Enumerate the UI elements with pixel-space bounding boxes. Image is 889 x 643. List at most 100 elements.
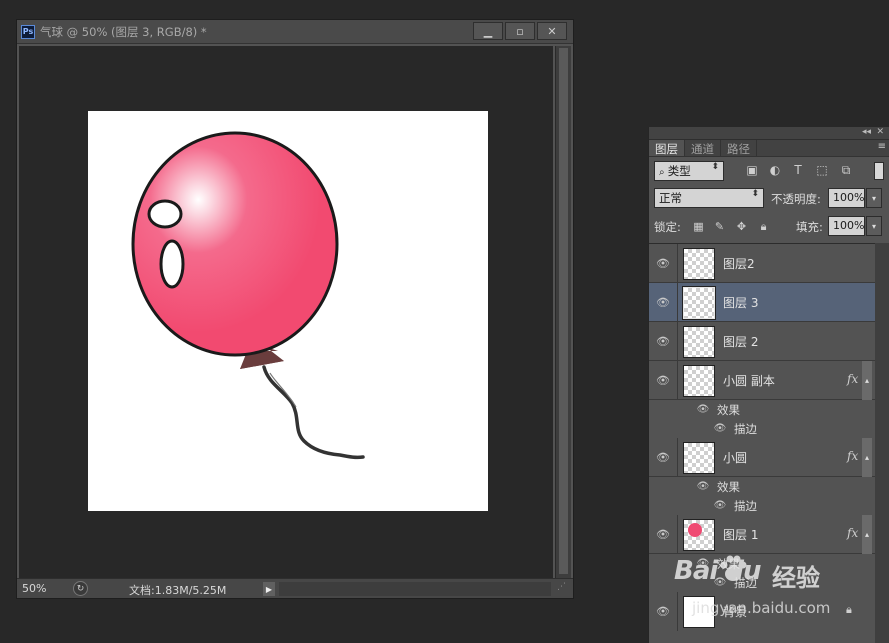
lock-position-icon[interactable]: ✥: [735, 220, 748, 233]
collapse-panel-icon[interactable]: ◂◂: [862, 127, 871, 137]
stroke-eye-icon[interactable]: 👁︎: [713, 421, 727, 435]
layer-row[interactable]: 👁︎ 小圆 副本 fx ▴: [649, 361, 875, 400]
filter-row: ⌕ 类型 ⬍ ▣ ◐ T ⬚ ⧉: [649, 157, 889, 185]
baidu-paw-icon: [720, 555, 747, 581]
blend-row: 正常 ⬍ 不透明度: 100% ▾: [649, 185, 889, 213]
highlight-small: [147, 199, 183, 229]
artboard[interactable]: [88, 111, 488, 511]
layer-row[interactable]: 👁︎ 小圆 fx ▴: [649, 438, 875, 477]
visibility-eye-icon[interactable]: 👁︎: [656, 295, 670, 309]
zoom-level[interactable]: 50%: [22, 582, 46, 595]
minimize-button[interactable]: ▁: [473, 22, 503, 40]
panel-tabs: 图层 通道 路径 ≡: [649, 140, 889, 157]
maximize-button[interactable]: ▫: [505, 22, 535, 40]
lock-label: 锁定:: [654, 220, 681, 234]
opacity-input[interactable]: 100%: [828, 188, 865, 208]
effects-label: 效果: [717, 403, 740, 417]
visibility-eye-icon[interactable]: 👁︎: [656, 527, 670, 541]
layer-name: 图层 1: [723, 528, 759, 542]
fx-icon[interactable]: fx: [847, 449, 858, 463]
filter-toggle[interactable]: [874, 162, 884, 180]
document-window: Ps 气球 @ 50% (图层 3, RGB/8) * ▁ ▫ ✕ 50% ↻ …: [16, 19, 574, 599]
tab-channels[interactable]: 通道: [685, 140, 721, 156]
effects-eye-icon[interactable]: 👁︎: [696, 479, 710, 493]
fx-icon[interactable]: fx: [847, 526, 858, 540]
effect-stroke-row[interactable]: 👁︎ 描边: [649, 496, 875, 515]
watermark-url: jingyan.baidu.com: [692, 599, 831, 617]
balloon-artwork: [131, 131, 365, 460]
layer-thumbnail: [683, 248, 715, 280]
lock-row: 锁定: ▦ ✎ ✥ 🔒︎ 填充: 100% ▾: [649, 213, 889, 241]
lock-image-pixels-icon[interactable]: ✎: [713, 220, 726, 233]
fill-input[interactable]: 100%: [828, 216, 865, 236]
visibility-eye-icon[interactable]: 👁︎: [656, 604, 670, 618]
effect-stroke-label: 描边: [734, 422, 757, 436]
effects-eye-icon[interactable]: 👁︎: [696, 402, 710, 416]
opacity-dropdown-icon[interactable]: ▾: [866, 188, 882, 208]
vertical-scrollbar[interactable]: [555, 46, 571, 578]
watermark-jingyan: 经验: [772, 564, 820, 592]
lock-transparent-pixels-icon[interactable]: ▦: [692, 220, 705, 233]
document-info: 文档:1.83M/5.25M: [129, 584, 227, 597]
visibility-eye-icon[interactable]: 👁︎: [656, 334, 670, 348]
tab-paths[interactable]: 路径: [721, 140, 757, 156]
fill-dropdown-icon[interactable]: ▾: [866, 216, 882, 236]
panel-header: ◂◂ ✕: [649, 127, 889, 140]
expand-effects-icon[interactable]: ▴: [862, 361, 872, 400]
horizontal-scrollbar[interactable]: [279, 582, 551, 596]
panel-menu-icon[interactable]: ≡: [878, 141, 886, 152]
blend-mode-select[interactable]: 正常 ⬍: [654, 188, 764, 208]
layer-row-selected[interactable]: 👁︎ 图层 3: [649, 283, 875, 322]
close-panel-icon[interactable]: ✕: [876, 127, 884, 137]
expand-effects-icon[interactable]: ▴: [862, 438, 872, 477]
layer-thumbnail: [683, 326, 715, 358]
close-button[interactable]: ✕: [537, 22, 567, 40]
filter-type-icon[interactable]: T: [791, 163, 805, 177]
layer-name: 图层 2: [723, 335, 759, 349]
fill-label: 填充:: [796, 220, 823, 234]
layer-name: 图层 3: [723, 296, 759, 310]
layer-name: 小圆: [723, 451, 748, 465]
effects-row[interactable]: 👁︎ 效果: [649, 400, 875, 419]
filter-image-icon[interactable]: ▣: [745, 163, 759, 177]
stroke-eye-icon[interactable]: 👁︎: [713, 498, 727, 512]
layer-name: 小圆 副本: [723, 374, 775, 388]
resize-grip-icon[interactable]: ⋰: [557, 582, 569, 596]
lock-all-icon[interactable]: 🔒︎: [757, 220, 770, 233]
layer-thumbnail: [683, 442, 715, 474]
layer-thumbnail: [683, 365, 715, 397]
status-menu-arrow-icon[interactable]: ▶: [263, 582, 275, 596]
layer-row[interactable]: 👁︎ 图层 2: [649, 322, 875, 361]
visibility-eye-icon[interactable]: 👁︎: [656, 256, 670, 270]
visibility-eye-icon[interactable]: 👁︎: [656, 373, 670, 387]
tab-layers[interactable]: 图层: [649, 140, 685, 156]
document-title: 气球 @ 50% (图层 3, RGB/8) *: [40, 24, 207, 39]
filter-shape-icon[interactable]: ⬚: [815, 163, 829, 177]
balloon-string: [262, 365, 365, 460]
effects-label: 效果: [717, 480, 740, 494]
opacity-label: 不透明度:: [771, 192, 821, 206]
highlight-tall: [159, 239, 185, 289]
layers-scrollbar[interactable]: [875, 243, 889, 643]
filter-kind-select[interactable]: ⌕ 类型 ⬍: [654, 161, 724, 181]
layer-row[interactable]: 👁︎ 图层2: [649, 244, 875, 283]
visibility-eye-icon[interactable]: 👁︎: [656, 450, 670, 464]
photoshop-logo-icon: Ps: [21, 24, 35, 39]
expand-effects-icon[interactable]: ▴: [862, 515, 872, 554]
canvas-area[interactable]: [19, 46, 553, 578]
layer-row[interactable]: 👁︎ 图层 1 fx ▴: [649, 515, 875, 554]
status-bar: 50% ↻ 文档:1.83M/5.25M ▶ ⋰: [17, 578, 573, 598]
baidu-jingyan-watermark: Bai du 经验 jingyan.baidu.com: [672, 552, 872, 622]
balloon-body: [131, 131, 339, 357]
filter-smart-object-icon[interactable]: ⧉: [839, 163, 853, 177]
effect-stroke-label: 描边: [734, 499, 757, 513]
filter-adjustment-icon[interactable]: ◐: [768, 163, 782, 177]
effect-stroke-row[interactable]: 👁︎ 描边: [649, 419, 875, 438]
layer-name: 图层2: [723, 257, 755, 271]
layer-thumbnail: [683, 519, 715, 551]
document-titlebar[interactable]: Ps 气球 @ 50% (图层 3, RGB/8) * ▁ ▫ ✕: [17, 20, 573, 44]
zoom-icon[interactable]: ↻: [73, 581, 88, 596]
layer-thumbnail: [682, 286, 716, 320]
fx-icon[interactable]: fx: [847, 372, 858, 386]
effects-row[interactable]: 👁︎ 效果: [649, 477, 875, 496]
